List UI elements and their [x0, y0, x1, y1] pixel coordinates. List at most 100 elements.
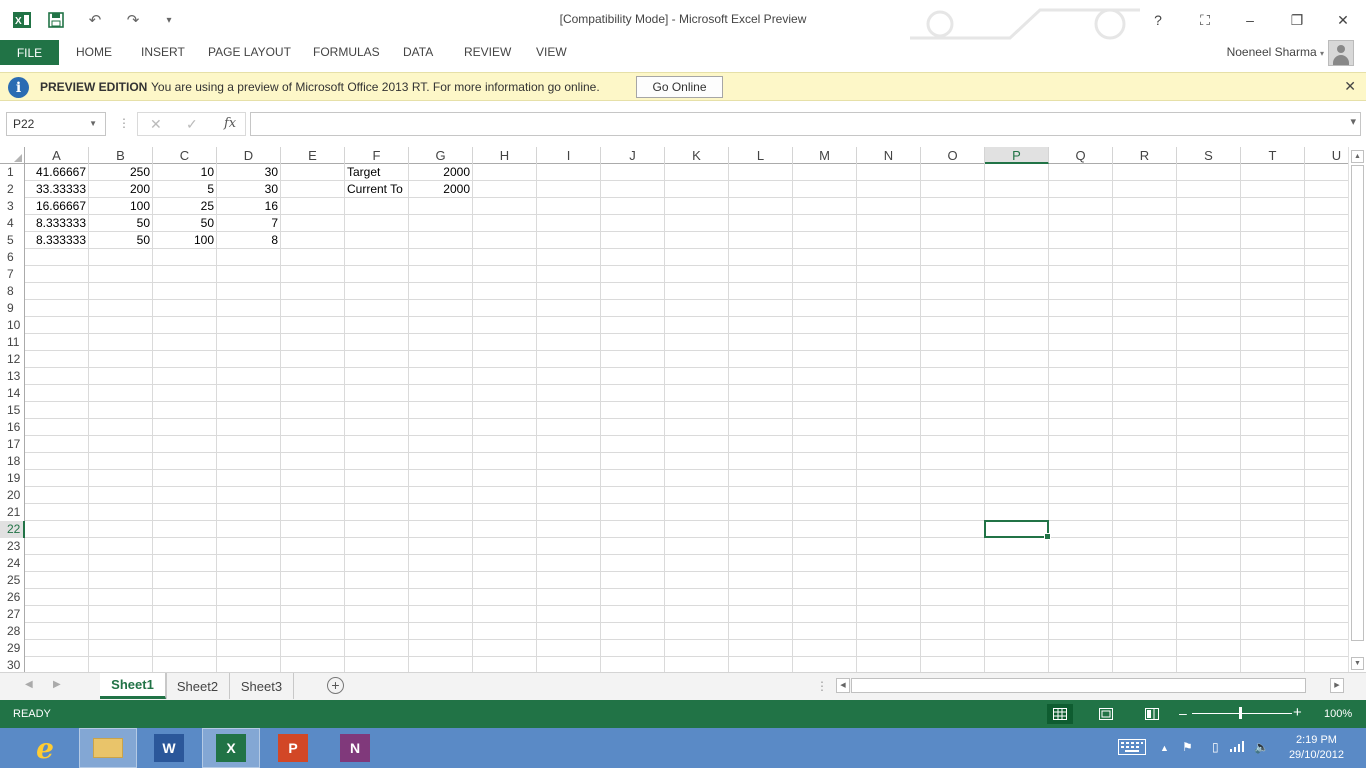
add-sheet-icon[interactable]: +: [327, 677, 344, 694]
column-header[interactable]: S: [1177, 147, 1241, 164]
row-header[interactable]: 25: [0, 572, 25, 589]
onenote-icon[interactable]: N: [326, 728, 384, 768]
row-header[interactable]: 27: [0, 606, 25, 623]
tab-insert[interactable]: INSERT: [141, 45, 185, 59]
avatar[interactable]: [1328, 40, 1354, 66]
action-center-flag-icon[interactable]: ⚑: [1182, 740, 1193, 754]
zoom-slider-thumb[interactable]: [1239, 707, 1242, 719]
row-header[interactable]: 11: [0, 334, 25, 351]
chevron-down-icon[interactable]: ▼: [89, 113, 97, 135]
active-cell-selection[interactable]: [984, 520, 1051, 540]
cell-f2[interactable]: Current To: [345, 181, 408, 198]
row-header[interactable]: 16: [0, 419, 25, 436]
column-header[interactable]: T: [1241, 147, 1305, 164]
cell-f1[interactable]: Target: [345, 164, 408, 181]
cell-d2[interactable]: 30: [217, 181, 280, 198]
restore-button[interactable]: ❐: [1282, 8, 1312, 32]
column-header[interactable]: L: [729, 147, 793, 164]
column-header[interactable]: J: [601, 147, 665, 164]
page-layout-view-icon[interactable]: [1093, 704, 1119, 724]
cell-d4[interactable]: 7: [217, 215, 280, 232]
row-header[interactable]: 30: [0, 657, 25, 672]
cell-b3[interactable]: 100: [89, 198, 152, 215]
cell-a3[interactable]: 16.66667: [25, 198, 88, 215]
tab-review[interactable]: REVIEW: [464, 45, 511, 59]
row-header[interactable]: 15: [0, 402, 25, 419]
cell-d1[interactable]: 30: [217, 164, 280, 181]
row-header[interactable]: 3: [0, 198, 25, 215]
word-icon[interactable]: W: [140, 728, 198, 768]
column-header[interactable]: O: [921, 147, 985, 164]
cell-g2[interactable]: 2000: [409, 181, 472, 198]
tab-data[interactable]: DATA: [403, 45, 433, 59]
sheet-nav-right-icon[interactable]: ▶: [53, 679, 61, 690]
cell-b1[interactable]: 250: [89, 164, 152, 181]
column-header[interactable]: P: [985, 147, 1049, 164]
column-header[interactable]: K: [665, 147, 729, 164]
cell-b5[interactable]: 50: [89, 232, 152, 249]
column-header[interactable]: I: [537, 147, 601, 164]
formula-input[interactable]: ▾: [250, 112, 1361, 136]
vertical-scrollbar[interactable]: ▲ ▼: [1348, 147, 1366, 672]
column-header[interactable]: C: [153, 147, 217, 164]
scroll-down-icon[interactable]: ▼: [1351, 657, 1364, 670]
horizontal-scroll-thumb[interactable]: [851, 678, 1306, 693]
cell-d5[interactable]: 8: [217, 232, 280, 249]
powerpoint-icon[interactable]: P: [264, 728, 322, 768]
column-header[interactable]: U: [1305, 147, 1348, 164]
row-header[interactable]: 14: [0, 385, 25, 402]
cell-c5[interactable]: 100: [153, 232, 216, 249]
column-header[interactable]: H: [473, 147, 537, 164]
cell-a4[interactable]: 8.333333: [25, 215, 88, 232]
sheet-tab-sheet3[interactable]: Sheet3: [230, 673, 294, 699]
cell-b2[interactable]: 200: [89, 181, 152, 198]
tab-split-handle[interactable]: ⋮: [816, 679, 828, 693]
row-header[interactable]: 13: [0, 368, 25, 385]
row-header[interactable]: 26: [0, 589, 25, 606]
row-header[interactable]: 12: [0, 351, 25, 368]
cell-d3[interactable]: 16: [217, 198, 280, 215]
excel-taskbar-icon[interactable]: X: [202, 728, 260, 768]
cell-area[interactable]: 41.66667 250 10 30 Target 2000 33.33333 200 5 30 C…: [25, 164, 1348, 672]
cancel-icon[interactable]: ✕: [150, 116, 162, 133]
row-header[interactable]: 10: [0, 317, 25, 334]
column-header[interactable]: G: [409, 147, 473, 164]
sheet-nav-left-icon[interactable]: ◀: [25, 679, 33, 690]
clock[interactable]: 2:19 PM 29/10/2012: [1289, 733, 1344, 763]
row-header[interactable]: 6: [0, 249, 25, 266]
tab-page-layout[interactable]: PAGE LAYOUT: [208, 45, 291, 59]
touch-keyboard-icon[interactable]: [1118, 739, 1146, 758]
column-header[interactable]: E: [281, 147, 345, 164]
close-button[interactable]: ✕: [1328, 8, 1358, 32]
insert-function-icon[interactable]: fx: [224, 116, 236, 131]
row-header[interactable]: 7: [0, 266, 25, 283]
column-header[interactable]: A: [25, 147, 89, 164]
row-header[interactable]: 20: [0, 487, 25, 504]
cell-c2[interactable]: 5: [153, 181, 216, 198]
row-header[interactable]: 4: [0, 215, 25, 232]
row-header[interactable]: 9: [0, 300, 25, 317]
cell-c3[interactable]: 25: [153, 198, 216, 215]
user-account[interactable]: Noeneel Sharma ▾: [1227, 45, 1324, 59]
tab-home[interactable]: HOME: [76, 45, 112, 59]
scroll-right-icon[interactable]: ▶: [1330, 678, 1344, 693]
row-header[interactable]: 28: [0, 623, 25, 640]
zoom-slider[interactable]: [1192, 713, 1292, 714]
sheet-tab-sheet1[interactable]: Sheet1: [100, 673, 166, 699]
scroll-left-icon[interactable]: ◀: [836, 678, 850, 693]
zoom-level[interactable]: 100%: [1324, 708, 1352, 720]
sheet-tab-sheet2[interactable]: Sheet2: [166, 673, 230, 699]
battery-icon[interactable]: ▯: [1212, 740, 1219, 754]
column-header[interactable]: M: [793, 147, 857, 164]
volume-icon[interactable]: 🔈: [1254, 740, 1269, 754]
cell-b4[interactable]: 50: [89, 215, 152, 232]
row-header[interactable]: 24: [0, 555, 25, 572]
row-header[interactable]: 18: [0, 453, 25, 470]
expand-formula-bar-icon[interactable]: ▾: [1350, 115, 1356, 128]
cell-g1[interactable]: 2000: [409, 164, 472, 181]
close-icon[interactable]: ✕: [1344, 78, 1356, 95]
row-header[interactable]: 17: [0, 436, 25, 453]
row-header[interactable]: 1: [0, 164, 25, 181]
file-tab[interactable]: FILE: [0, 40, 59, 65]
row-header[interactable]: 23: [0, 538, 25, 555]
